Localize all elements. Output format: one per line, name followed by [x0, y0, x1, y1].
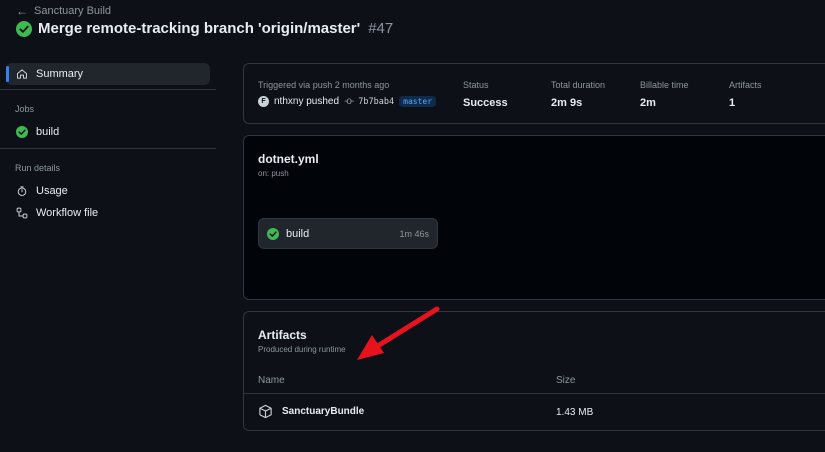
- column-header-size: Size: [556, 375, 576, 386]
- divider: [0, 148, 216, 149]
- artifacts-table-header: Name Size: [244, 364, 825, 394]
- billable-value: 2m: [640, 97, 656, 109]
- artifacts-panel: Artifacts Produced during runtime Name S…: [243, 311, 825, 431]
- run-details-section-heading: Run details: [15, 163, 61, 173]
- divider: [0, 89, 216, 90]
- workflow-graph-panel: dotnet.yml on: push build 1m 46s: [243, 135, 825, 300]
- run-title: Merge remote-tracking branch 'origin/mas…: [38, 20, 361, 37]
- artifact-size: 1.43 MB: [556, 407, 594, 418]
- artifacts-count-value: 1: [729, 97, 736, 109]
- table-row[interactable]: SanctuaryBundle 1.43 MB: [244, 396, 825, 428]
- branch-badge[interactable]: master: [399, 96, 437, 107]
- home-icon: [17, 69, 27, 79]
- job-card-build[interactable]: build 1m 46s: [258, 218, 438, 249]
- billable-label: Billable time: [640, 80, 689, 90]
- sidebar-item-label: Summary: [36, 68, 84, 80]
- trigger-text: Triggered via push 2 months ago: [258, 80, 390, 90]
- duration-label: Total duration: [551, 80, 606, 90]
- sidebar-item-workflow-file[interactable]: Workflow file: [6, 202, 210, 224]
- jobs-section-heading: Jobs: [15, 104, 35, 114]
- trigger-details: F nthxny pushed -o- 7b7bab4 master: [258, 96, 437, 107]
- status-label: Status: [463, 80, 489, 90]
- run-summary-panel: Triggered via push 2 months ago F nthxny…: [243, 63, 825, 124]
- duration-value: 2m 9s: [551, 97, 583, 109]
- back-link-label: Sanctuary Build: [34, 5, 112, 17]
- page-title: Merge remote-tracking branch 'origin/mas…: [16, 20, 393, 37]
- artifacts-subtitle: Produced during runtime: [258, 345, 346, 354]
- workflow-trigger: on: push: [258, 169, 289, 178]
- success-check-icon: [16, 126, 28, 138]
- artifacts-count-label: Artifacts: [729, 80, 762, 90]
- sidebar-item-build[interactable]: build: [6, 121, 210, 143]
- success-check-icon: [267, 227, 279, 240]
- actor-pushed[interactable]: nthxny pushed: [274, 96, 339, 107]
- job-duration: 1m 46s: [399, 228, 429, 239]
- sidebar-item-summary[interactable]: Summary: [6, 63, 210, 85]
- workflow-file-name[interactable]: dotnet.yml: [258, 152, 319, 166]
- stopwatch-icon: [17, 186, 27, 196]
- git-commit-icon: -o-: [344, 96, 354, 107]
- run-number: #47: [368, 20, 394, 37]
- success-check-icon: [16, 20, 32, 37]
- artifact-name-cell[interactable]: SanctuaryBundle: [258, 404, 364, 419]
- avatar: F: [258, 96, 269, 107]
- status-value: Success: [463, 97, 508, 109]
- sidebar-item-usage[interactable]: Usage: [6, 180, 210, 202]
- sidebar-item-label: build: [36, 126, 60, 138]
- package-icon: [259, 404, 272, 419]
- back-link[interactable]: ← Sanctuary Build: [16, 4, 111, 18]
- column-header-name: Name: [258, 375, 285, 386]
- workflow-icon: [16, 207, 28, 219]
- commit-sha-link[interactable]: 7b7bab4: [358, 97, 394, 107]
- artifact-name[interactable]: SanctuaryBundle: [282, 406, 364, 417]
- sidebar-item-label: Usage: [36, 185, 68, 197]
- sidebar-item-label: Workflow file: [36, 207, 99, 219]
- arrow-left-icon: ←: [16, 4, 28, 18]
- job-name: build: [286, 227, 310, 240]
- artifacts-title: Artifacts: [258, 328, 307, 342]
